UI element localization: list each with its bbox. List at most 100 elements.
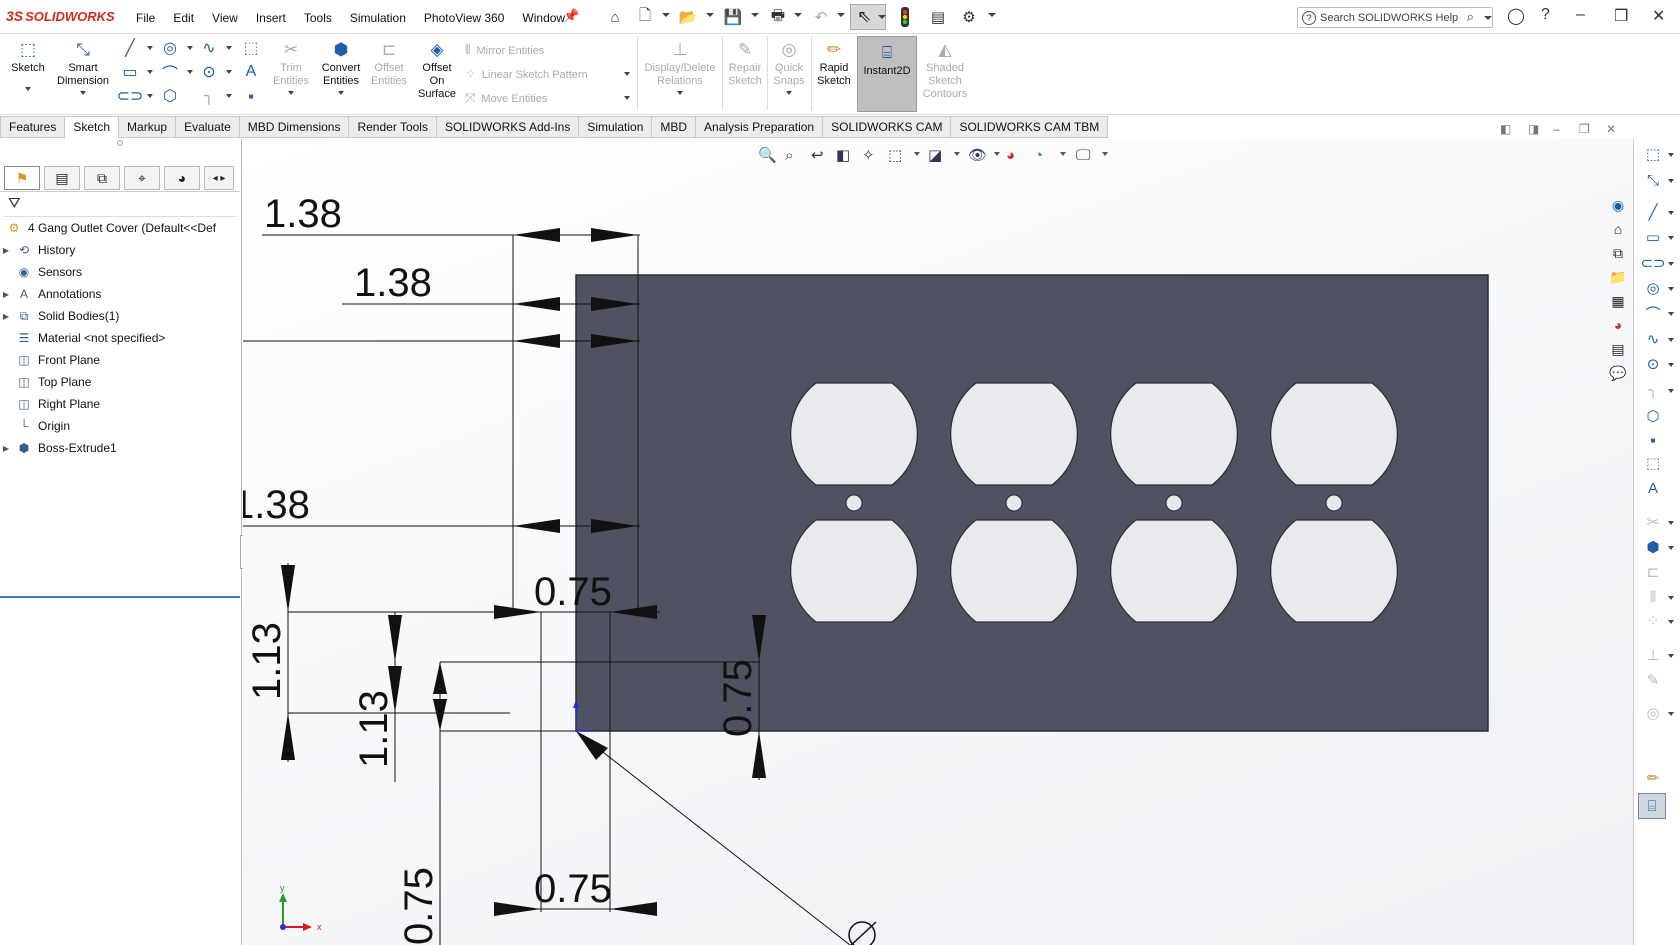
dynamic-annotation-icon[interactable]: ✧	[862, 145, 875, 165]
help-icon[interactable]: ?	[1541, 6, 1550, 24]
file-properties-icon[interactable]: ▤	[926, 5, 950, 29]
search-icon[interactable]: ⌕	[1467, 9, 1474, 25]
tab-solidworks-cam-tbm[interactable]: SOLIDWORKS CAM TBM	[951, 116, 1109, 138]
quick-snaps-button[interactable]: ◎ Quick Snaps	[771, 38, 807, 95]
configuration-manager-tab-icon[interactable]: ⧉	[84, 166, 120, 190]
tab-solidworks-cam[interactable]: SOLIDWORKS CAM	[823, 116, 952, 138]
tab-render-tools[interactable]: Render Tools	[349, 116, 437, 138]
hide-show-dropdown-icon[interactable]	[994, 152, 1000, 156]
user-account-icon[interactable]: ◯	[1507, 6, 1525, 26]
rt-line-dropdown-icon[interactable]	[1668, 211, 1674, 215]
zoom-to-fit-icon[interactable]: 🔍	[758, 145, 777, 165]
tab-mbd-dimensions[interactable]: MBD Dimensions	[239, 116, 350, 138]
viewport-close-icon[interactable]: ✕	[1606, 122, 1616, 136]
solidworks-resources-icon[interactable]: ◉	[1606, 194, 1630, 216]
rt-relations-dropdown-icon[interactable]	[1668, 654, 1674, 658]
tab-markup[interactable]: Markup	[119, 116, 177, 138]
mirror-entities-button[interactable]: ⫴ Mirror Entities	[465, 42, 544, 58]
hide-show-items-icon[interactable]: 👁	[968, 145, 987, 165]
move-entities-button[interactable]: ⤧ Move Entities	[465, 90, 547, 106]
rt-pattern-icon[interactable]: ⁘	[1642, 610, 1664, 632]
tab-sketch[interactable]: Sketch	[65, 116, 120, 138]
select-button[interactable]: ⇖	[850, 4, 886, 30]
display-manager-tab-icon[interactable]: ◕	[164, 166, 200, 190]
tab-mbd[interactable]: MBD	[652, 116, 697, 138]
rt-circle-icon[interactable]: ◎	[1642, 277, 1664, 299]
rt-spline-dropdown-icon[interactable]	[1668, 338, 1674, 342]
viewport-tile-right-icon[interactable]: ◨	[1528, 122, 1539, 136]
smart-dimension-button[interactable]: ⤡ Smart Dimension	[54, 38, 112, 95]
rt-arc-icon[interactable]: ⌒	[1642, 302, 1664, 324]
line-icon[interactable]: ╱	[119, 38, 141, 58]
tab-analysis-preparation[interactable]: Analysis Preparation	[696, 116, 824, 138]
rt-offset-icon[interactable]: ⊏	[1642, 561, 1664, 583]
property-manager-tab-icon[interactable]: ▤	[44, 166, 80, 190]
rt-convert-dropdown-icon[interactable]	[1668, 546, 1674, 550]
forum-icon[interactable]: 💬	[1606, 362, 1630, 384]
trim-dropdown-icon[interactable]	[288, 91, 294, 95]
select-dropdown-icon[interactable]	[878, 15, 886, 19]
menu-tools[interactable]: Tools	[304, 11, 332, 25]
custom-properties-icon[interactable]: ▤	[1606, 338, 1630, 360]
dimxpert-manager-tab-icon[interactable]: ⌖	[124, 166, 160, 190]
appearances-icon[interactable]: ◕	[1606, 314, 1630, 336]
trim-entities-button[interactable]: ✂ Trim Entities	[269, 38, 313, 95]
rt-mirror-dropdown-icon[interactable]	[1668, 596, 1674, 600]
apply-scene-dropdown-icon[interactable]	[1060, 152, 1066, 156]
fillet-icon[interactable]: ╮	[198, 86, 220, 106]
convert-dropdown-icon[interactable]	[338, 91, 344, 95]
feature-manager-tab-icon[interactable]: ⚑	[4, 166, 40, 190]
options-dropdown-icon[interactable]	[988, 13, 996, 17]
rt-repair-icon[interactable]: ✎	[1642, 669, 1664, 691]
new-dropdown-icon[interactable]	[662, 13, 670, 17]
apply-scene-icon[interactable]: ◔	[1034, 145, 1043, 165]
edit-appearance-icon[interactable]: ◕	[1006, 145, 1015, 165]
options-gear-icon[interactable]: ⚙	[957, 5, 981, 29]
tab-simulation[interactable]: Simulation	[579, 116, 653, 138]
rt-slot-dropdown-icon[interactable]	[1668, 262, 1674, 266]
tree-item[interactable]: ▶ ⬢ Boss-Extrude1	[0, 437, 240, 459]
tree-filter[interactable]: ⛛	[4, 193, 236, 217]
point-icon[interactable]: ■	[240, 86, 262, 106]
rt-snaps-dropdown-icon[interactable]	[1668, 712, 1674, 716]
sketch-dropdown-icon[interactable]	[25, 87, 31, 91]
open-dropdown-icon[interactable]	[706, 13, 714, 17]
arc-dropdown-icon[interactable]	[187, 70, 193, 74]
rt-point-icon[interactable]: ■	[1642, 429, 1664, 451]
print-dropdown-icon[interactable]	[794, 13, 802, 17]
rt-polygon-dropdown-icon[interactable]	[1668, 363, 1674, 367]
rt-smart-dimension-icon[interactable]: ⤡	[1642, 169, 1664, 191]
rt-convert-icon[interactable]: ⬢	[1642, 536, 1664, 558]
slot-dropdown-icon[interactable]	[147, 94, 153, 98]
expand-arrow-icon[interactable]: ▶	[0, 444, 12, 453]
slot-icon[interactable]: ⊂⊃	[117, 86, 144, 106]
sketch-button[interactable]: ⬚ Sketch	[6, 38, 50, 91]
tree-item[interactable]: ▶ A Annotations	[0, 283, 240, 305]
file-explorer-icon[interactable]: 📁	[1606, 266, 1630, 288]
open-icon[interactable]: 📂	[676, 5, 700, 29]
rt-line-icon[interactable]: ╱	[1642, 201, 1664, 223]
relations-dropdown-icon[interactable]	[677, 91, 683, 95]
rt-fillet-dropdown-icon[interactable]	[1668, 389, 1674, 393]
offset-entities-button[interactable]: ⊏ Offset Entities	[369, 38, 409, 88]
rt-pattern-dropdown-icon[interactable]	[1668, 620, 1674, 624]
tab-evaluate[interactable]: Evaluate	[176, 116, 240, 138]
menu-simulation[interactable]: Simulation	[350, 11, 406, 25]
solidworks-logo[interactable]: 3S SOLIDWORKS	[6, 8, 115, 24]
circle-dropdown-icon[interactable]	[187, 46, 193, 50]
expand-arrow-icon[interactable]: ▶	[0, 246, 12, 255]
linear-pattern-button[interactable]: ⁘ Linear Sketch Pattern	[465, 66, 588, 82]
tree-item[interactable]: └ Origin	[0, 415, 240, 437]
tree-item[interactable]: ▶ ⟲ History	[0, 239, 240, 261]
rt-dimension-dropdown-icon[interactable]	[1668, 179, 1674, 183]
rt-slot-icon[interactable]: ⊂⊃	[1640, 252, 1665, 274]
menu-file[interactable]: File	[136, 11, 155, 25]
rt-fillet-icon[interactable]: ╮	[1642, 379, 1664, 401]
home-task-icon[interactable]: ⌂	[1606, 218, 1630, 240]
tree-item[interactable]: ◉ Sensors	[0, 261, 240, 283]
rt-trim-icon[interactable]: ✂	[1642, 511, 1664, 533]
rt-relations-icon[interactable]: ⊥	[1642, 644, 1664, 666]
display-style-dropdown-icon[interactable]	[954, 152, 960, 156]
rt-hexagon-icon[interactable]: ⬡	[1642, 405, 1664, 427]
pin-menu-icon[interactable]: 📌	[563, 8, 579, 24]
